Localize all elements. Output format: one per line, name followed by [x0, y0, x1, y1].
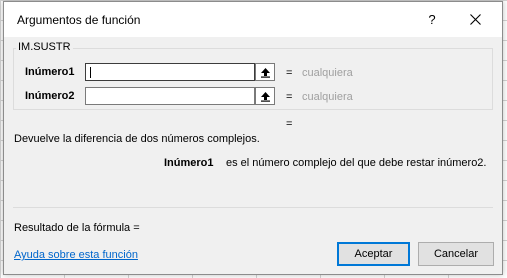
- collapse-button-1[interactable]: [255, 63, 275, 81]
- title-bar: Argumentos de función ?: [4, 2, 502, 37]
- argument-equals-1: =: [286, 67, 293, 79]
- argument-label-1: Inúmero1: [25, 66, 75, 78]
- text-cursor: [90, 67, 91, 78]
- help-button[interactable]: ?: [417, 8, 447, 32]
- function-arguments-dialog: Argumentos de función ? IM.SUSTR Inúmero…: [3, 1, 503, 275]
- formula-result: Resultado de la fórmula =: [14, 222, 140, 234]
- close-button[interactable]: [457, 8, 493, 32]
- argument-label-2: Inúmero2: [25, 90, 75, 102]
- argument-input-2[interactable]: [85, 87, 255, 105]
- dialog-title: Argumentos de función: [17, 13, 141, 27]
- collapse-button-2[interactable]: [255, 87, 275, 105]
- collapse-dialog-icon: [261, 68, 270, 78]
- divider: [13, 207, 493, 208]
- argument-help-text: es el número complejo del que debe resta…: [226, 157, 487, 169]
- close-icon: [470, 14, 481, 25]
- formula-equals: =: [286, 118, 293, 130]
- argument-value-2: cualquiera: [302, 91, 353, 103]
- argument-help-name: Inúmero1: [164, 157, 214, 169]
- function-name: IM.SUSTR: [16, 41, 73, 53]
- argument-equals-2: =: [286, 91, 293, 103]
- ok-button[interactable]: Aceptar: [337, 242, 410, 266]
- collapse-dialog-icon: [261, 92, 270, 102]
- help-link[interactable]: Ayuda sobre esta función: [14, 249, 138, 261]
- cancel-button[interactable]: Cancelar: [418, 242, 494, 266]
- function-description: Devuelve la diferencia de dos números co…: [14, 133, 260, 145]
- argument-input-1[interactable]: [85, 63, 255, 81]
- argument-value-1: cualquiera: [302, 67, 353, 79]
- help-icon: ?: [428, 12, 436, 27]
